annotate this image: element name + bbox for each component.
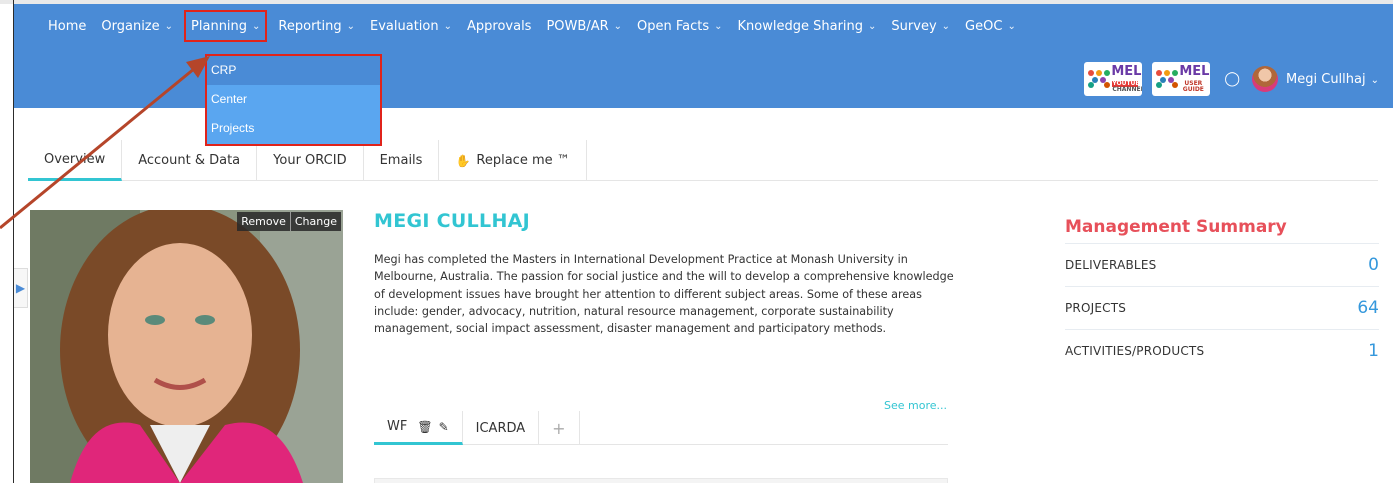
chevron-down-icon: ⌄ [164, 20, 174, 32]
tab-your-orcid[interactable]: Your ORCID [257, 140, 364, 181]
chevron-down-icon: ⌄ [346, 20, 356, 32]
nav-knowledge-sharing[interactable]: Knowledge Sharing ⌄ [738, 4, 877, 48]
mel-guide-title: MEL [1179, 64, 1210, 79]
tab-icarda[interactable]: ICARDA [463, 411, 540, 445]
summary-row-projects[interactable]: PROJECTS 64 [1065, 286, 1379, 329]
profile-bio: Megi has completed the Masters in Intern… [374, 253, 954, 336]
summary-label: ACTIVITIES/PRODUCTS [1065, 344, 1205, 358]
menu-item-center[interactable]: Center [207, 85, 380, 114]
tab-wf-label: WF [387, 419, 408, 434]
profile-photo: Remove Change [30, 210, 343, 483]
nav-survey-label: Survey [891, 18, 937, 34]
nav-open-facts-label: Open Facts [637, 18, 710, 34]
chevron-down-icon: ⌄ [252, 20, 261, 32]
management-summary-list: DELIVERABLES 0 PROJECTS 64 ACTIVITIES/PROD… [1065, 243, 1379, 372]
tab-replace-me-label: Replace me ™ [476, 153, 570, 168]
change-photo-button[interactable]: Change [289, 212, 341, 231]
nav-evaluation[interactable]: Evaluation ⌄ [370, 4, 452, 48]
tab-account-data-label: Account & Data [138, 153, 241, 168]
mel-youtube-sub2: CHANNEL [1112, 86, 1143, 93]
chevron-down-icon: ⌄ [714, 20, 723, 32]
side-panel-toggle[interactable]: ▶ [14, 268, 28, 308]
chevron-down-icon: ⌄ [868, 20, 877, 32]
management-summary-title: Management Summary [1065, 217, 1287, 237]
user-name: Megi Cullhaj [1286, 71, 1366, 87]
tab-wf[interactable]: WF 🗑 ✎ [374, 411, 463, 445]
photo-actions: Remove Change [237, 212, 341, 231]
tab-icarda-label: ICARDA [475, 420, 526, 436]
header-right: MEL YOUTUBE CHANNEL MEL USER GUIDE ◯ Megi … [1084, 62, 1379, 96]
chevron-down-icon: ⌄ [941, 20, 951, 32]
nav-geoc[interactable]: GeOC ⌄ [965, 4, 1016, 48]
nav-survey[interactable]: Survey ⌄ [891, 4, 950, 48]
tab-replace-me[interactable]: ✋ Replace me ™ [439, 140, 587, 181]
mel-logo-icon [1088, 70, 1111, 88]
nav-organize[interactable]: Organize ⌄ [101, 4, 173, 48]
user-menu[interactable]: Megi Cullhaj ⌄ [1286, 72, 1379, 87]
plus-icon: + [552, 418, 566, 438]
chevron-down-icon: ⌄ [1370, 74, 1379, 86]
profile-name: MEGI CULLHAJ [374, 210, 531, 232]
mel-youtube-subtitle: YOUTUBE CHANNEL [1112, 81, 1143, 93]
nav-powb-ar-label: POWB/AR [546, 18, 609, 34]
chevron-down-icon: ⌄ [443, 20, 452, 32]
nav-planning[interactable]: Planning ⌄ [184, 10, 268, 42]
summary-value: 1 [1368, 341, 1379, 361]
summary-value: 64 [1357, 298, 1379, 318]
remove-photo-button[interactable]: Remove [237, 212, 290, 231]
mel-guide-subtitle: USER GUIDE [1180, 81, 1206, 93]
trash-icon[interactable]: 🗑 [417, 420, 432, 434]
nav-approvals-label: Approvals [467, 18, 532, 34]
tab-emails-label: Emails [379, 153, 423, 168]
main-nav: Home Organize ⌄ Planning ⌄ Reporting ⌄ Eval… [14, 4, 1031, 48]
nav-reporting[interactable]: Reporting ⌄ [278, 4, 355, 48]
handshake-icon: ✋ [455, 153, 471, 168]
summary-row-deliverables[interactable]: DELIVERABLES 0 [1065, 243, 1379, 286]
summary-label: PROJECTS [1065, 301, 1127, 315]
mel-youtube-title: MEL [1111, 64, 1142, 79]
mel-user-guide-button[interactable]: MEL USER GUIDE [1152, 62, 1211, 96]
nav-planning-label: Planning [191, 18, 248, 34]
nav-home-label: Home [48, 18, 87, 34]
affiliation-tabs: WF 🗑 ✎ ICARDA + [374, 411, 948, 445]
nav-knowledge-sharing-label: Knowledge Sharing [737, 18, 864, 34]
nav-evaluation-label: Evaluation [370, 18, 439, 34]
tab-your-orcid-label: Your ORCID [273, 153, 347, 168]
summary-value: 0 [1368, 255, 1379, 275]
nav-geoc-label: GeOC [965, 18, 1003, 34]
nav-open-facts[interactable]: Open Facts ⌄ [637, 4, 723, 48]
chevron-right-icon: ▶ [15, 281, 26, 295]
planning-dropdown-menu: CRP Center Projects [205, 54, 382, 146]
nav-approvals[interactable]: Approvals [467, 4, 531, 48]
nav-reporting-label: Reporting [278, 18, 342, 34]
tab-emails[interactable]: Emails [364, 140, 440, 181]
chevron-down-icon: ⌄ [1007, 20, 1016, 32]
chat-icon[interactable]: ◯ [1224, 71, 1240, 87]
profile-portrait-image [30, 210, 343, 483]
menu-item-crp[interactable]: CRP [207, 56, 380, 85]
chevron-down-icon: ⌄ [613, 20, 623, 32]
nav-organize-label: Organize [101, 18, 160, 34]
mel-logo-icon [1156, 70, 1179, 88]
add-affiliation-button[interactable]: + [539, 411, 580, 445]
profile-tabs: Overview Account & Data Your ORCID Email… [28, 140, 1378, 181]
nav-home[interactable]: Home [48, 4, 86, 48]
nav-powb-ar[interactable]: POWB/AR ⌄ [546, 4, 622, 48]
mel-guide-sub2: GUIDE [1182, 86, 1204, 93]
avatar[interactable] [1252, 66, 1279, 92]
mel-youtube-channel-button[interactable]: MEL YOUTUBE CHANNEL [1084, 62, 1143, 96]
edit-icon[interactable]: ✎ [439, 420, 449, 434]
tab-account-data[interactable]: Account & Data [122, 140, 258, 181]
summary-label: DELIVERABLES [1065, 258, 1157, 272]
page: Home Organize ⌄ Planning ⌄ Reporting ⌄ Eval… [0, 0, 1393, 483]
tab-overview[interactable]: Overview [28, 140, 123, 181]
tab-overview-label: Overview [44, 151, 106, 167]
menu-item-projects[interactable]: Projects [207, 114, 380, 143]
summary-row-activities[interactable]: ACTIVITIES/PRODUCTS 1 [1065, 329, 1379, 372]
affiliation-content [374, 478, 948, 483]
